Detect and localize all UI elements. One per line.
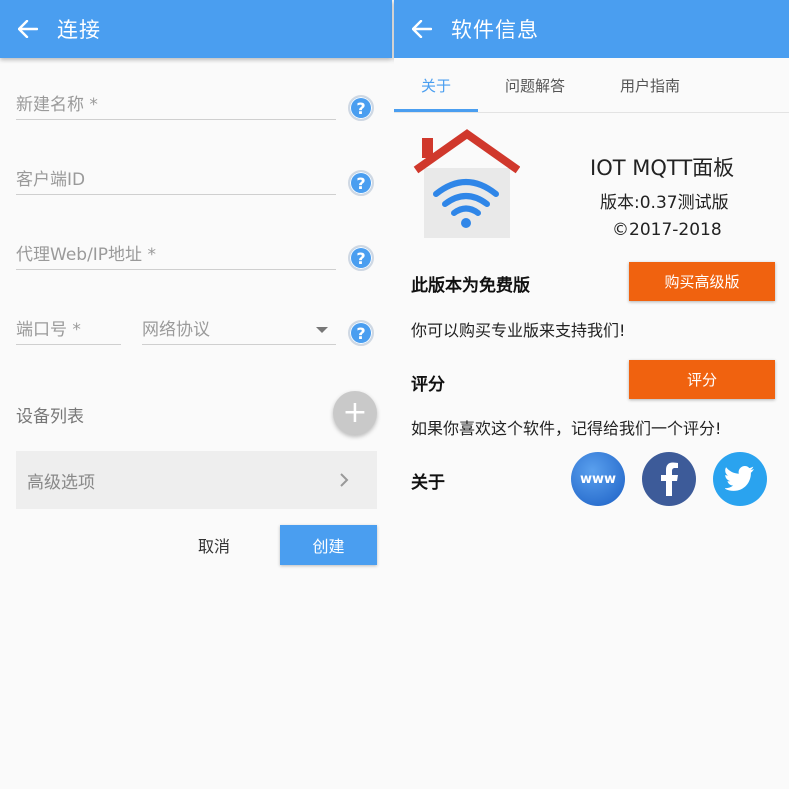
twitter-icon[interactable]: [713, 452, 767, 506]
facebook-icon[interactable]: [642, 452, 696, 506]
help-icon[interactable]: ?: [348, 320, 374, 346]
advanced-options-row[interactable]: 高级选项: [16, 451, 377, 509]
tab-about[interactable]: 关于: [421, 75, 451, 96]
protocol-select[interactable]: 网络协议: [142, 315, 336, 345]
about-appbar: 软件信息: [394, 0, 789, 58]
connection-panel: 连接 新建名称 * ? 客户端ID ? 代理Web/IP地址 * ? 端口号 *…: [0, 0, 392, 789]
help-icon[interactable]: ?: [348, 95, 374, 121]
tab-user-guide[interactable]: 用户指南: [620, 75, 680, 96]
port-field[interactable]: 端口号 *: [16, 315, 121, 345]
broker-address-field[interactable]: 代理Web/IP地址 *: [16, 240, 336, 270]
rating-title: 评分: [411, 375, 445, 395]
rate-button[interactable]: 评分: [629, 360, 775, 399]
device-list-label: 设备列表: [16, 407, 84, 427]
support-text: 你可以购买专业版来支持我们!: [411, 321, 626, 340]
page-title: 软件信息: [451, 18, 539, 42]
free-version-title: 此版本为免费版: [411, 276, 530, 296]
app-name: IOT MQTT面板: [590, 156, 735, 180]
about-panel: 软件信息 关于 问题解答 用户指南 IOT MQTT面板 版本:0.37测试版 …: [394, 0, 789, 789]
add-device-button[interactable]: +: [333, 391, 377, 435]
dropdown-arrow-icon: [316, 327, 328, 333]
page-title: 连接: [57, 18, 101, 42]
connection-name-field[interactable]: 新建名称 *: [16, 90, 336, 120]
tab-faq[interactable]: 问题解答: [505, 75, 565, 96]
create-button[interactable]: 创建: [280, 525, 377, 565]
connection-appbar: 连接: [0, 0, 392, 58]
client-id-field[interactable]: 客户端ID: [16, 165, 336, 195]
buy-pro-button[interactable]: 购买高级版: [629, 262, 775, 301]
help-icon[interactable]: ?: [348, 170, 374, 196]
back-arrow-icon[interactable]: [411, 18, 433, 40]
chevron-right-icon: [339, 472, 349, 493]
screen: 连接 新建名称 * ? 客户端ID ? 代理Web/IP地址 * ? 端口号 *…: [0, 0, 789, 789]
help-icon[interactable]: ?: [348, 245, 374, 271]
tab-indicator: [394, 109, 478, 112]
advanced-options-label: 高级选项: [27, 472, 95, 493]
www-icon[interactable]: www: [571, 452, 625, 506]
back-arrow-icon[interactable]: [17, 18, 39, 40]
cancel-button[interactable]: 取消: [188, 528, 240, 562]
about-tabs: 关于 问题解答 用户指南: [394, 58, 789, 113]
rating-text: 如果你喜欢这个软件，记得给我们一个评分!: [411, 419, 722, 438]
house-wifi-logo: [410, 128, 521, 240]
app-version: 版本:0.37测试版: [600, 193, 729, 213]
copyright-text: ©2017-2018: [612, 220, 722, 240]
protocol-select-value: 网络协议: [142, 320, 210, 340]
www-label: www: [579, 471, 617, 487]
about-links-title: 关于: [411, 473, 445, 493]
